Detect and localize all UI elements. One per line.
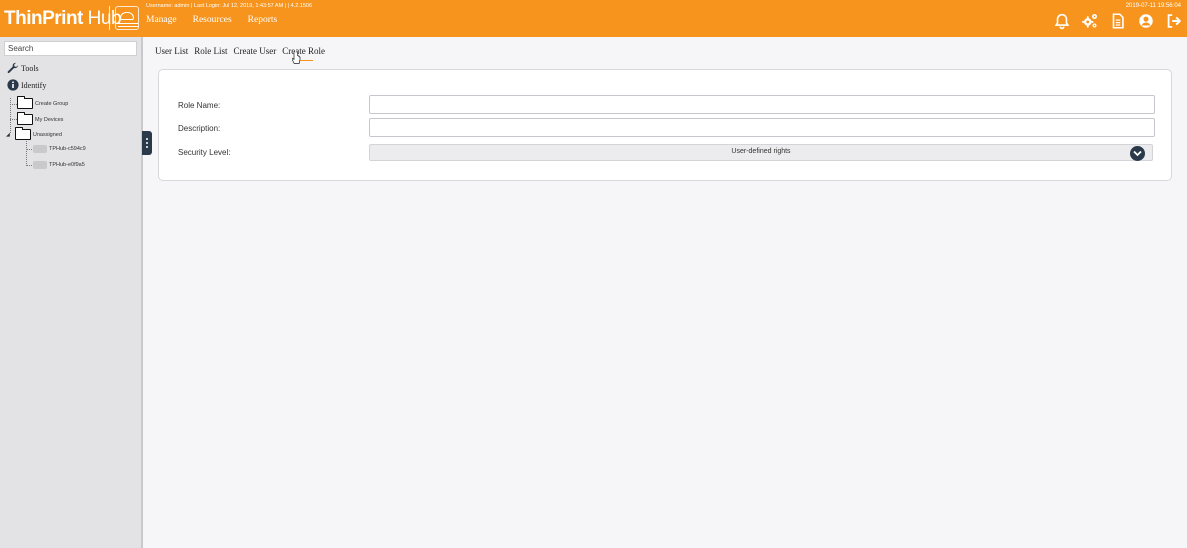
tree-connector [26,149,32,150]
collapse-triangle-icon[interactable]: ◢ [6,132,10,138]
logout-icon[interactable] [1165,12,1183,30]
tree-item-device[interactable]: TPHub-e0f9a5 [33,161,85,169]
tree-connector [10,104,17,105]
tab-create-role[interactable]: Create Role [282,46,325,56]
role-name-label: Role Name: [178,101,221,110]
brand-divider [109,6,110,30]
security-level-value: User-defined rights [731,148,791,155]
tree-item-device[interactable]: TPHub-c594c9 [33,145,86,153]
document-icon[interactable] [1109,12,1127,30]
datetime: 2019-07-11 19:56:04 [1125,3,1181,9]
gears-icon[interactable] [1081,12,1099,30]
nav-manage[interactable]: Manage [146,15,177,25]
security-level-select[interactable]: User-defined rights [369,144,1153,161]
folder-plus-icon [17,96,33,109]
tree-item-create-group[interactable]: Create Group [17,96,68,109]
create-role-form: Role Name: Description: Security Level: … [158,69,1172,181]
user-info: Username: admin | Last Login: Jul 12, 20… [146,3,313,9]
nav-reports[interactable]: Reports [248,15,278,25]
tab-create-user[interactable]: Create User [234,46,277,56]
header-icons [1053,12,1183,30]
company-logo-icon [115,6,139,30]
sidebar-item-identify[interactable]: Identify [7,79,46,91]
chevron-down-icon[interactable] [1130,146,1145,161]
tree-connector [26,165,32,166]
sidebar-item-label: Tools [21,63,39,73]
folder-icon [14,127,31,140]
mouse-cursor-icon [291,51,302,70]
sidebar: Tools Identify Create Group My Devices ◢… [0,37,143,548]
sidebar-toggle-handle[interactable] [142,131,152,155]
tab-role-list[interactable]: Role List [194,46,227,56]
tree-connector [10,119,17,120]
top-header: ThinPrint Hub Username: admin | Last Log… [0,0,1187,37]
tree-item-unassigned[interactable]: ◢ Unassigned [6,127,62,140]
description-input[interactable] [369,118,1155,137]
nav-resources[interactable]: Resources [193,15,232,25]
info-icon [7,79,19,91]
wrench-icon [7,62,19,74]
sub-tabs: User List Role List Create User Create R… [155,46,331,56]
printer-device-icon [33,145,47,153]
folder-icon [17,112,33,125]
top-nav: Manage Resources Reports [146,15,293,25]
tree-connector [26,141,27,166]
bell-icon[interactable] [1053,12,1071,30]
printer-device-icon [33,161,47,169]
security-level-label: Security Level: [178,148,231,157]
search-input[interactable] [4,41,137,56]
sidebar-item-tools[interactable]: Tools [7,62,39,74]
sidebar-item-label: Identify [21,80,47,90]
description-label: Description: [178,124,221,133]
role-name-input[interactable] [369,95,1155,114]
brand-logo-text: ThinPrint Hub [4,8,122,29]
user-circle-icon[interactable] [1137,12,1155,30]
tree-item-my-devices[interactable]: My Devices [17,112,63,125]
tab-user-list[interactable]: User List [155,46,188,56]
